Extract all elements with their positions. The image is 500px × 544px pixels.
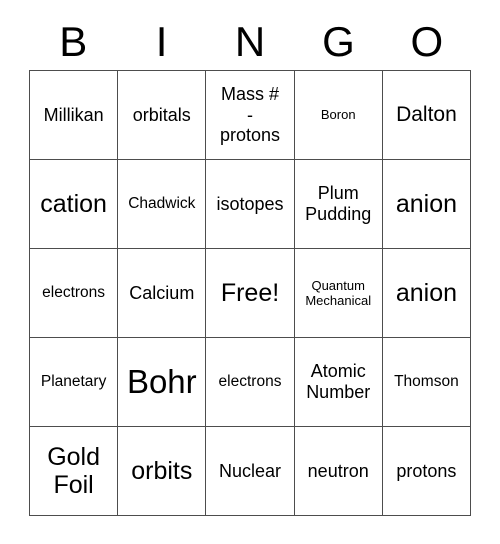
bingo-cell-label: Millikan xyxy=(43,104,104,125)
bingo-cell-0-2[interactable]: Mass # - protons xyxy=(206,71,295,160)
bingo-cell-2-2[interactable]: Free! xyxy=(206,249,295,338)
bingo-cell-3-2[interactable]: electrons xyxy=(206,338,295,427)
bingo-cell-label: Gold Foil xyxy=(47,443,100,499)
bingo-cell-label: Chadwick xyxy=(128,195,196,213)
bingo-cell-0-1[interactable]: orbitals xyxy=(118,71,207,160)
bingo-cell-label: protons xyxy=(396,460,457,481)
bingo-cell-label: electrons xyxy=(218,373,282,391)
bingo-cell-label: Quantum Mechanical xyxy=(305,277,372,308)
bingo-cell-4-3[interactable]: neutron xyxy=(294,427,383,516)
bingo-row: Planetary Bohr electrons Atomic Number Thoms… xyxy=(30,338,472,427)
bingo-cell-label: orbits xyxy=(131,457,193,485)
bingo-card: B I N G O Millikan orbitals Mass # - protons Bo… xyxy=(0,0,500,544)
bingo-cell-0-0[interactable]: Millikan xyxy=(30,71,119,160)
bingo-cell-label: anion xyxy=(395,279,457,307)
bingo-cell-label: Bohr xyxy=(126,362,197,400)
bingo-cell-3-0[interactable]: Planetary xyxy=(30,338,119,427)
bingo-cell-label: Boron xyxy=(320,107,356,123)
bingo-header-letter-o: O xyxy=(410,18,444,65)
bingo-cell-label: Mass # - protons xyxy=(219,83,281,146)
bingo-cell-label: isotopes xyxy=(216,193,284,214)
bingo-header-letter-n: N xyxy=(234,18,266,65)
bingo-cell-label: Free! xyxy=(220,279,280,307)
bingo-header-letter-b: B xyxy=(59,18,88,65)
bingo-cell-0-4[interactable]: Dalton xyxy=(382,71,472,160)
bingo-row: cation Chadwick isotopes Plum Pudding anion xyxy=(30,160,472,249)
bingo-cell-label: neutron xyxy=(307,460,369,481)
bingo-cell-label: Calcium xyxy=(129,282,195,303)
bingo-row: Gold Foil orbits Nuclear neutron protons xyxy=(30,427,472,516)
bingo-cell-label: Dalton xyxy=(396,103,457,127)
bingo-cell-label: Plum Pudding xyxy=(305,183,372,224)
bingo-cell-label: Nuclear xyxy=(218,460,282,481)
bingo-cell-2-0[interactable]: electrons xyxy=(30,249,119,338)
bingo-grid: Millikan orbitals Mass # - protons Boron Dal… xyxy=(29,70,472,516)
bingo-cell-4-1[interactable]: orbits xyxy=(118,427,207,516)
bingo-cell-label: electrons xyxy=(42,284,106,302)
bingo-cell-label: Planetary xyxy=(40,373,107,391)
bingo-cell-label: orbitals xyxy=(132,104,191,125)
bingo-cell-4-4[interactable]: protons xyxy=(382,427,472,516)
bingo-cell-2-1[interactable]: Calcium xyxy=(118,249,207,338)
bingo-cell-label: anion xyxy=(395,190,457,218)
bingo-cell-label: cation xyxy=(40,190,107,218)
bingo-cell-1-1[interactable]: Chadwick xyxy=(118,160,207,249)
bingo-cell-4-2[interactable]: Nuclear xyxy=(206,427,295,516)
bingo-row: electrons Calcium Free! Quantum Mechanical a… xyxy=(30,249,472,338)
bingo-cell-2-4[interactable]: anion xyxy=(382,249,472,338)
bingo-cell-3-1[interactable]: Bohr xyxy=(118,338,207,427)
bingo-cell-1-4[interactable]: anion xyxy=(382,160,472,249)
bingo-cell-3-4[interactable]: Thomson xyxy=(382,338,472,427)
bingo-cell-1-0[interactable]: cation xyxy=(30,160,119,249)
bingo-cell-label: Thomson xyxy=(394,373,459,391)
bingo-header: BINGO xyxy=(29,14,471,70)
bingo-header-letter-i: I xyxy=(155,18,168,65)
bingo-cell-4-0[interactable]: Gold Foil xyxy=(30,427,119,516)
bingo-header-letter-g: G xyxy=(322,18,355,65)
bingo-cell-label: Atomic Number xyxy=(306,361,371,402)
bingo-cell-3-3[interactable]: Atomic Number xyxy=(294,338,383,427)
bingo-cell-0-3[interactable]: Boron xyxy=(294,71,383,160)
bingo-cell-1-3[interactable]: Plum Pudding xyxy=(294,160,383,249)
bingo-row: Millikan orbitals Mass # - protons Boron Dal… xyxy=(30,71,472,160)
bingo-cell-1-2[interactable]: isotopes xyxy=(206,160,295,249)
bingo-cell-2-3[interactable]: Quantum Mechanical xyxy=(294,249,383,338)
